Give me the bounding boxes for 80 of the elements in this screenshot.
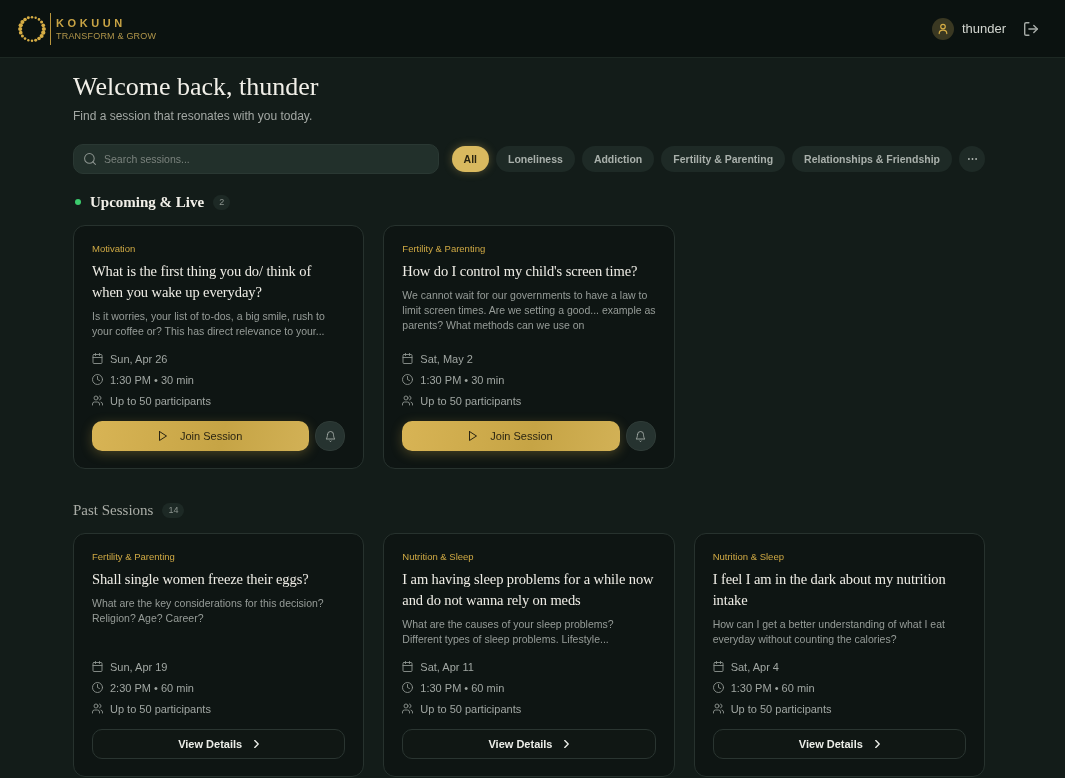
session-title: I feel I am in the dark about my nutrition intake: [712, 570, 947, 610]
bell-icon: [635, 430, 647, 442]
session-time: 2:30 PM • 60 min: [110, 681, 194, 694]
logo-text: KOKUUN: [56, 16, 127, 29]
chevron-right-icon: [874, 740, 880, 748]
bell-icon: [324, 430, 336, 442]
live-dot-icon: [75, 199, 81, 205]
calendar-icon: [92, 661, 103, 672]
welcome-subtitle: Find a session that resonates with you today.: [73, 108, 313, 124]
calendar-icon: [92, 353, 103, 364]
view-details-button[interactable]: View Details: [712, 729, 966, 759]
clock-icon: [92, 682, 103, 693]
session-time: 1:30 PM • 60 min: [730, 681, 815, 694]
filter-chip[interactable]: Relationships & Friendship: [792, 146, 952, 172]
session-description: We cannot wait for our governments to have a law to limit screen times. Are we setting a good... example as parents? What methods can we use on: [402, 288, 656, 333]
search-icon: [84, 153, 96, 165]
calendar-icon: [402, 661, 414, 672]
chevron-right-icon: [564, 740, 570, 748]
session-date: Sun, Apr 26: [110, 352, 168, 365]
session-date: Sat, Apr 11: [420, 660, 474, 673]
category-label: Fertility & Parenting: [92, 550, 176, 564]
people-icon: [92, 395, 103, 406]
calendar-icon: [402, 353, 414, 364]
clock-icon: [92, 374, 103, 385]
join-session-button[interactable]: Join Session: [92, 421, 310, 451]
logo-tagline: TRANSFORM & GROW: [56, 30, 157, 41]
user-avatar-icon[interactable]: [931, 17, 954, 40]
count-badge: 14: [162, 502, 185, 518]
view-details-button[interactable]: View Details: [92, 729, 346, 759]
category-label: Nutrition & Sleep: [712, 550, 785, 564]
filter-chip[interactable]: All: [451, 146, 489, 172]
session-time: 1:30 PM • 30 min: [110, 373, 194, 386]
session-title: What is the first thing you do/ think of when you wake up everyday?: [92, 262, 313, 302]
count-badge: 2: [213, 194, 231, 210]
category-label: Motivation: [92, 242, 137, 256]
logout-button[interactable]: [1024, 21, 1038, 36]
people-icon: [402, 395, 414, 406]
reminder-button[interactable]: [315, 421, 346, 451]
filter-chip[interactable]: Loneliness: [496, 146, 575, 172]
session-date: Sat, Apr 4: [730, 660, 779, 673]
join-session-button[interactable]: Join Session: [402, 421, 620, 451]
session-description: How can I get a better understanding of what I eat everyday without counting the calories?: [712, 617, 946, 647]
session-date: Sat, May 2: [420, 352, 473, 365]
logout-icon: [1024, 21, 1038, 36]
participant-limit: Up to 50 participants: [420, 394, 522, 407]
session-title: I am having sleep problems for a while now and do not wanna rely on meds: [402, 570, 655, 610]
chevron-right-icon: [254, 740, 260, 748]
session-time: 1:30 PM • 60 min: [420, 681, 505, 694]
participant-limit: Up to 50 participants: [420, 702, 522, 715]
people-icon: [92, 703, 103, 714]
search-field[interactable]: Search sessions...: [73, 144, 439, 174]
play-icon: [158, 431, 167, 441]
section-title: Upcoming & Live: [90, 193, 205, 211]
session-description: What are the causes of your sleep problems? Different types of sleep problems. Lifestyle...: [402, 617, 615, 647]
people-icon: [712, 703, 724, 714]
session-title: Shall single women freeze their eggs?: [92, 570, 310, 589]
people-icon: [402, 703, 414, 714]
clock-icon: [712, 682, 724, 693]
user-name: thunder: [961, 21, 1006, 36]
participant-limit: Up to 50 participants: [730, 702, 832, 715]
welcome-heading: Welcome back, thunder: [73, 71, 319, 103]
clock-icon: [402, 374, 414, 385]
session-date: Sun, Apr 19: [110, 660, 168, 673]
calendar-icon: [712, 661, 724, 672]
session-title: How do I control my child's screen time?: [402, 262, 639, 281]
participant-limit: Up to 50 participants: [110, 394, 211, 407]
session-time: 1:30 PM • 30 min: [420, 373, 505, 386]
view-details-button[interactable]: View Details: [402, 729, 656, 759]
section-title: Past Sessions: [73, 501, 154, 519]
session-description: What are the key considerations for this decision? Religion? Age? Career?: [92, 596, 325, 626]
filter-chip[interactable]: Fertility & Parenting: [661, 146, 786, 172]
dotted-ring-icon: [18, 14, 46, 43]
category-label: Nutrition & Sleep: [402, 550, 475, 564]
participant-limit: Up to 50 participants: [110, 702, 211, 715]
reminder-button[interactable]: [625, 421, 656, 451]
play-icon: [469, 431, 478, 441]
clock-icon: [402, 682, 414, 693]
filter-chip[interactable]: Addiction: [581, 146, 655, 172]
category-label: Fertility & Parenting: [402, 242, 487, 256]
session-description: Is it worries, your list of to-dos, a big smile, rush to your coffee or? This has direct relevance to your...: [92, 309, 326, 339]
